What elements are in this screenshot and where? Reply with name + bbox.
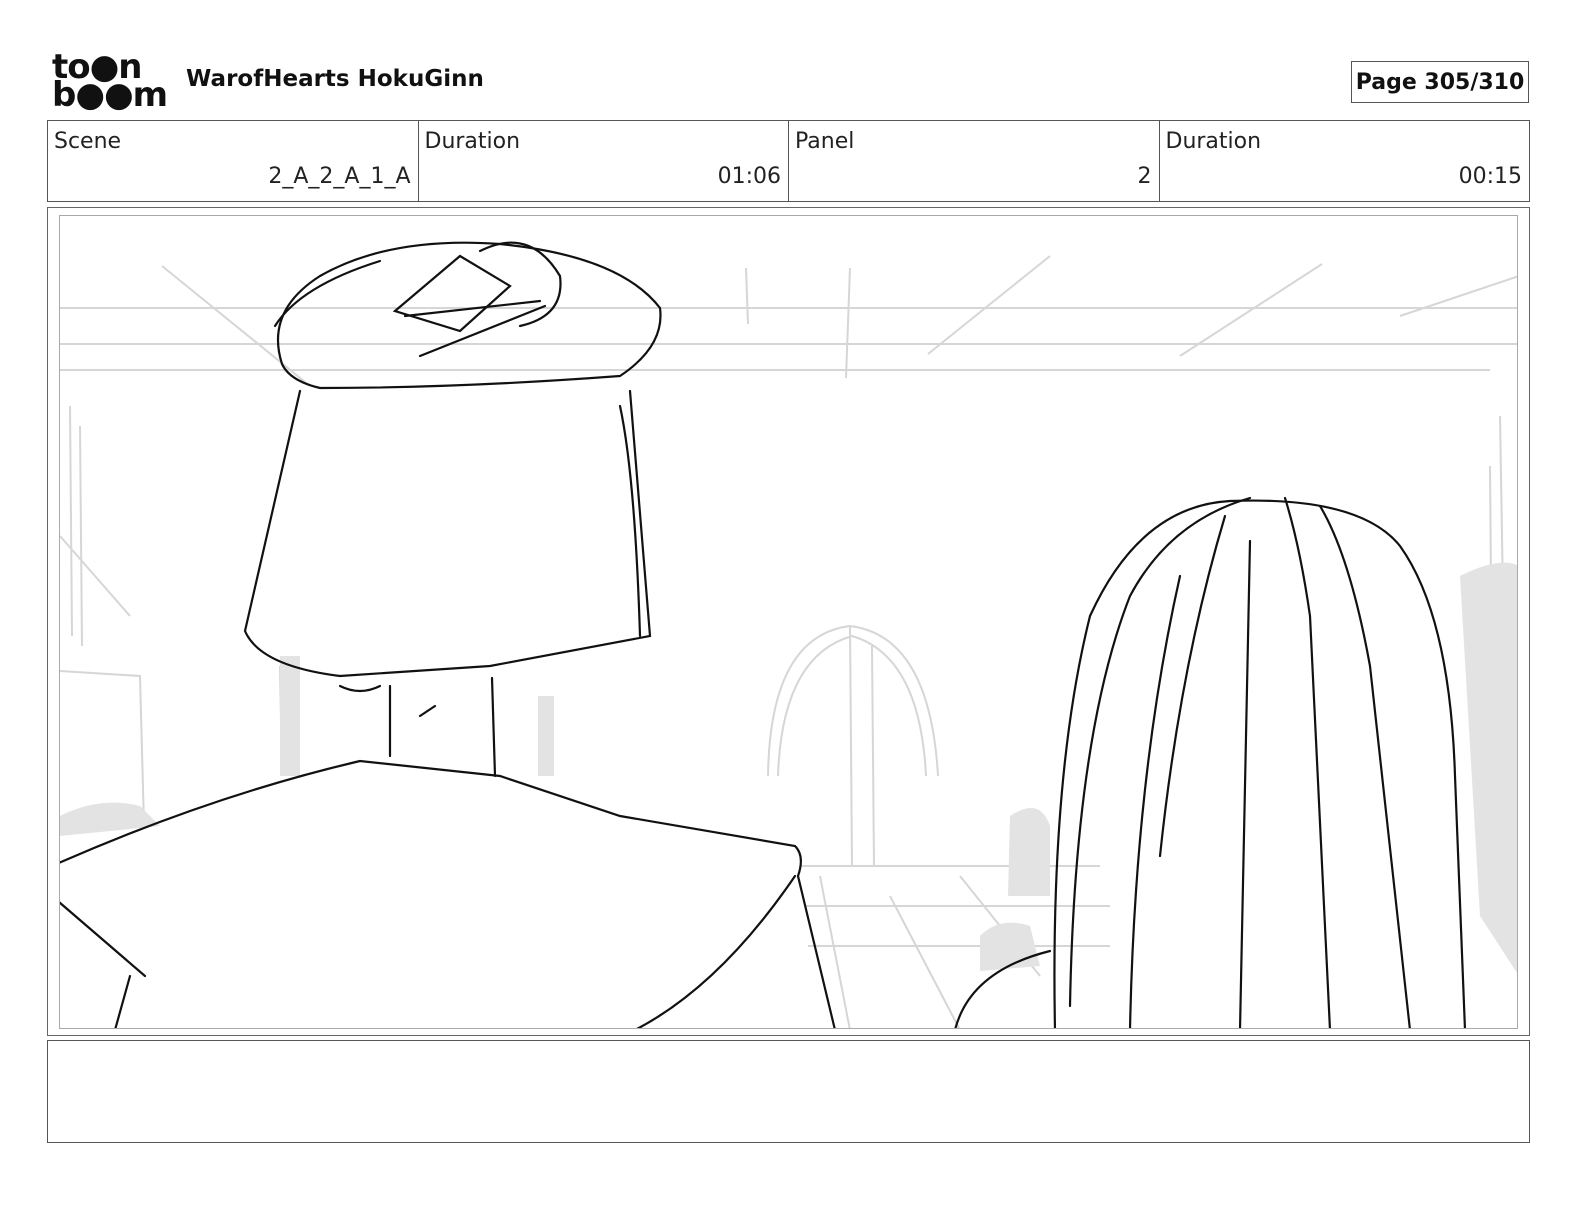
project-title: WarofHearts HokuGinn	[186, 66, 484, 92]
storyboard-panel-image	[59, 215, 1518, 1029]
panel-duration-value: 00:15	[1458, 164, 1522, 189]
scene-cell: Scene 2_A_2_A_1_A	[48, 121, 419, 201]
scene-label: Scene	[54, 129, 122, 154]
panel-label: Panel	[795, 129, 855, 154]
logo-line-2: b●●m	[52, 75, 168, 115]
storyboard-sketch	[60, 241, 1517, 1028]
scene-duration-value: 01:06	[717, 164, 781, 189]
panel-info-header: Scene 2_A_2_A_1_A Duration 01:06 Panel 2…	[47, 120, 1530, 202]
scene-duration-cell: Duration 01:06	[419, 121, 789, 201]
foreground-figures	[60, 241, 1467, 1028]
scene-duration-label: Duration	[424, 129, 521, 154]
panel-duration-label: Duration	[1165, 129, 1262, 154]
scene-value: 2_A_2_A_1_A	[268, 164, 411, 189]
toonboom-logo: to●n b●●m	[52, 50, 168, 115]
background-shading	[60, 562, 1517, 973]
panel-cell: Panel 2	[789, 121, 1160, 201]
panel-duration-cell: Duration 00:15	[1160, 121, 1530, 201]
panel-value: 2	[1137, 164, 1152, 189]
panel-notes-box	[47, 1040, 1530, 1143]
background-sketch	[60, 255, 1517, 1028]
page-indicator: Page 305/310	[1351, 61, 1529, 103]
